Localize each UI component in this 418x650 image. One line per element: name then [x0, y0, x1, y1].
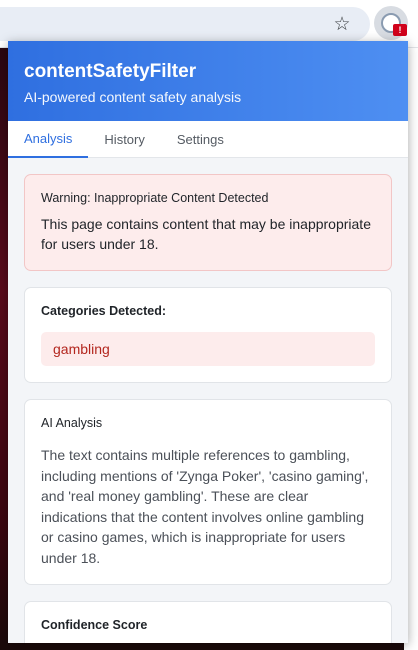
- confidence-title: Confidence Score: [41, 618, 148, 632]
- categories-card: Categories Detected: gambling: [24, 287, 392, 383]
- category-chip-gambling: gambling: [41, 332, 375, 366]
- ai-analysis-card: AI Analysis The text contains multiple r…: [24, 399, 392, 585]
- popup-header: contentSafetyFilter AI-powered content s…: [8, 41, 408, 121]
- extension-button[interactable]: !: [374, 6, 408, 40]
- warning-text: This page contains content that may be i…: [41, 216, 371, 252]
- extension-badge: !: [393, 24, 407, 36]
- warning-title: Warning: Inappropriate Content Detected: [41, 191, 269, 205]
- bookmark-star-icon[interactable]: ☆: [330, 12, 354, 36]
- categories-title: Categories Detected:: [41, 304, 167, 318]
- tab-history[interactable]: History: [88, 121, 160, 158]
- address-bar[interactable]: [0, 7, 370, 41]
- warning-card: Warning: Inappropriate Content Detected …: [24, 174, 392, 271]
- confidence-card: Confidence Score: [24, 601, 392, 643]
- analysis-content: Warning: Inappropriate Content Detected …: [8, 158, 408, 643]
- ai-analysis-title: AI Analysis: [41, 416, 103, 430]
- tab-settings[interactable]: Settings: [161, 121, 240, 158]
- popup-subtitle: AI-powered content safety analysis: [24, 89, 242, 105]
- ai-analysis-text: The text contains multiple references to…: [41, 447, 369, 566]
- tab-analysis[interactable]: Analysis: [8, 121, 89, 158]
- popup-title: contentSafetyFilter: [24, 61, 197, 82]
- extension-popup: contentSafetyFilter AI-powered content s…: [8, 41, 408, 643]
- tab-bar: Analysis History Settings: [8, 121, 408, 158]
